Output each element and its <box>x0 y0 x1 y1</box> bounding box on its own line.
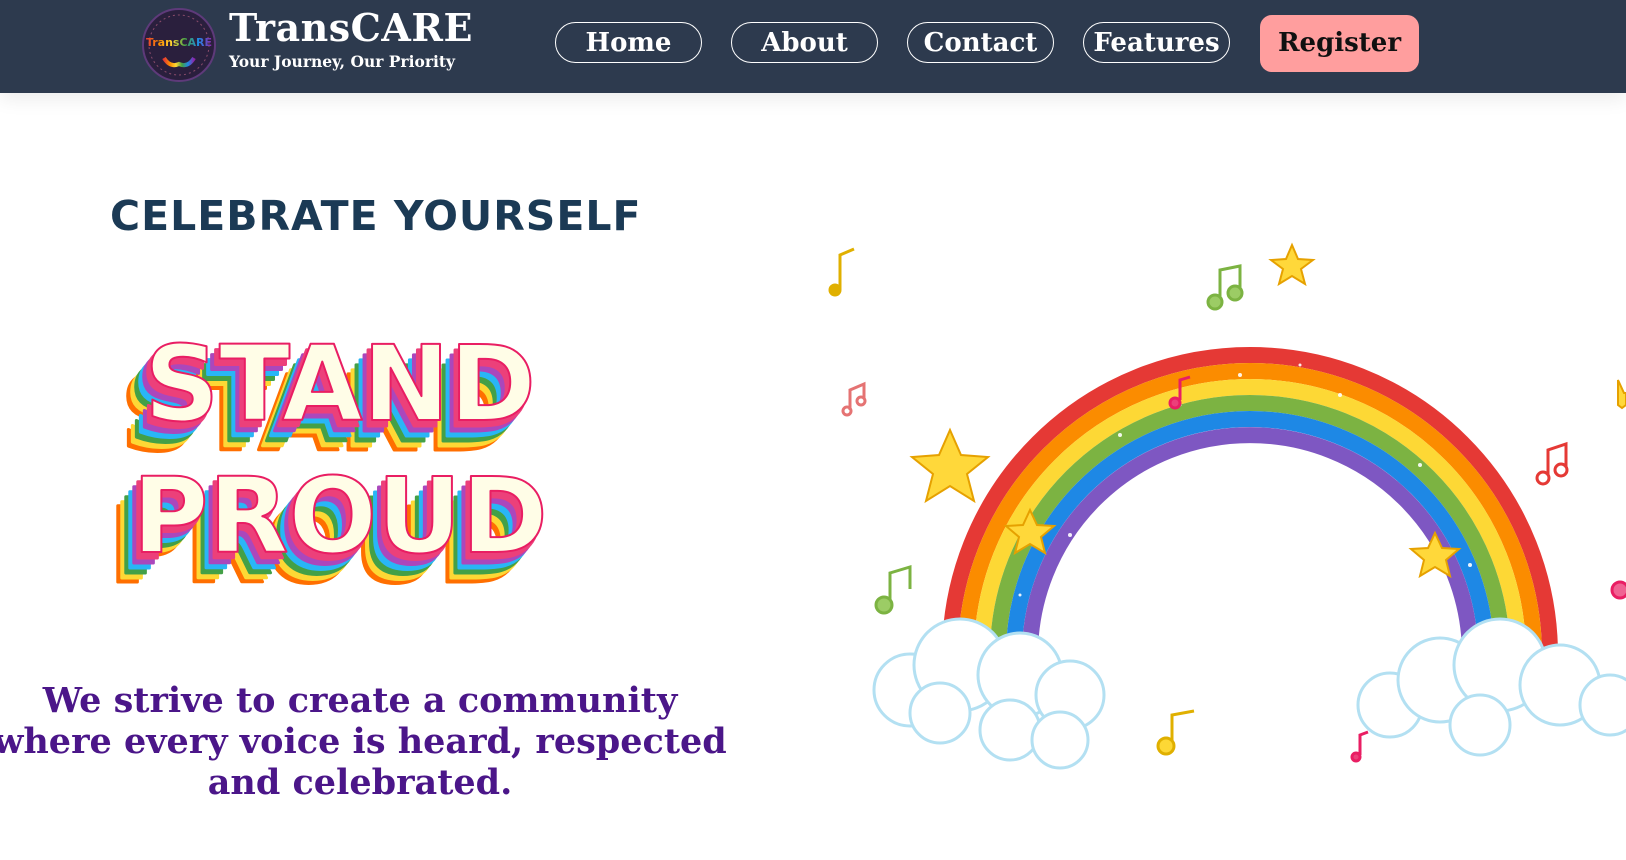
music-note-icon <box>1350 730 1369 763</box>
brand-tagline: Your Journey, Our Priority <box>229 52 456 71</box>
headline-stand: STAND <box>144 323 536 445</box>
stand-proud-headline: STAND STAND STAND STAND STAND STAND STAN… <box>107 322 549 609</box>
register-button[interactable]: Register <box>1260 15 1419 72</box>
star-icon <box>1617 379 1626 410</box>
mission-statement: We strive to create a community where ev… <box>0 680 727 803</box>
music-note-icon <box>1156 709 1195 756</box>
transcare-logo[interactable]: TransCARE <box>140 6 218 84</box>
svg-text:TransCARE: TransCARE <box>146 36 212 49</box>
headline-proud: PROUD <box>132 455 548 577</box>
rainbow-arc <box>942 347 1558 656</box>
top-navbar: TransCARE TransCARE Your Journey, Our Pr… <box>0 0 1626 93</box>
brand-title: TransCARE <box>229 5 473 50</box>
nav-features-button[interactable]: Features <box>1083 22 1230 63</box>
nav-contact-button[interactable]: Contact <box>907 22 1054 63</box>
music-note-icon <box>1206 264 1244 311</box>
cloud-right <box>1356 617 1626 757</box>
music-note-icon <box>1610 580 1626 600</box>
nav-home-button[interactable]: Home <box>555 22 702 63</box>
music-note-icon <box>841 381 867 417</box>
star-icon <box>1268 242 1316 287</box>
cloud-left <box>872 617 1106 770</box>
music-note-icon <box>828 247 855 297</box>
star-icon <box>909 427 991 504</box>
rainbow-illustration <box>828 242 1626 770</box>
hero-eyebrow: CELEBRATE YOURSELF <box>110 192 642 240</box>
music-note-icon <box>874 564 912 615</box>
music-note-icon <box>1535 441 1569 486</box>
nav-about-button[interactable]: About <box>731 22 878 63</box>
